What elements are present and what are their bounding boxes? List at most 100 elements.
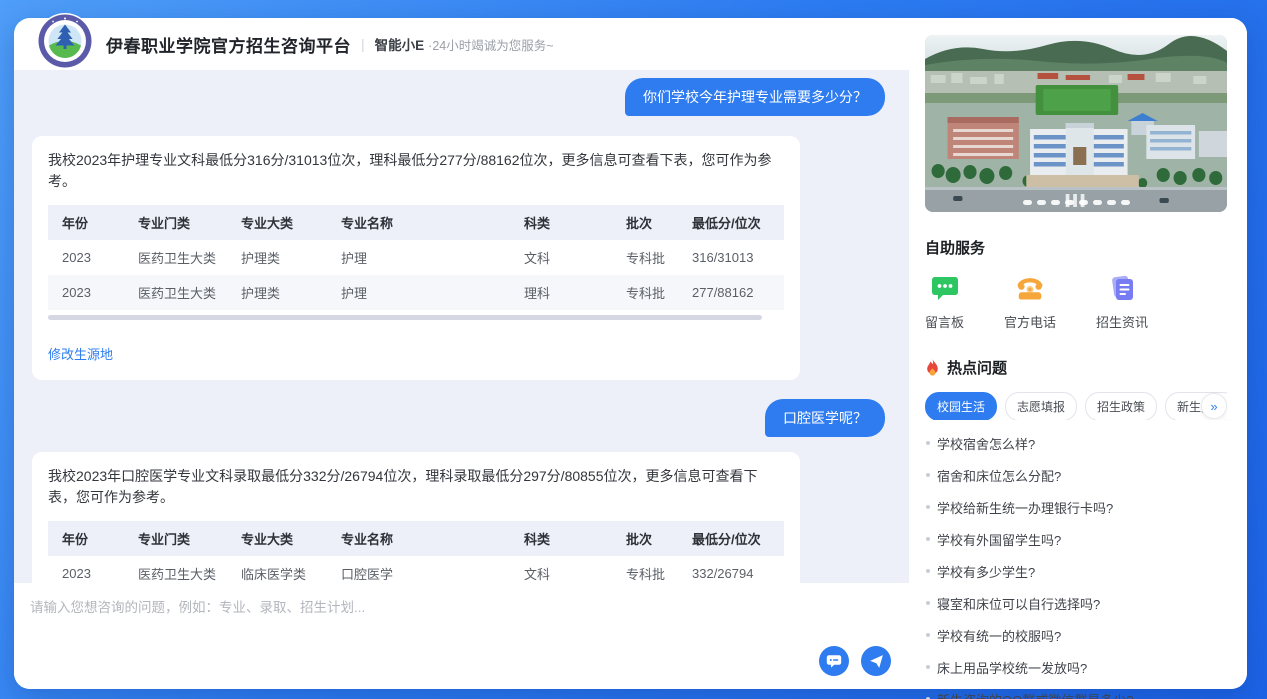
hot-question-item[interactable]: 宿舍和床位怎么分配?	[925, 459, 1227, 491]
table-cell: 文科	[518, 556, 620, 583]
column-header: 最低分/位次	[686, 205, 784, 240]
chat-column: 伊春职业学院官方招生咨询平台 | 智能小E ·24小时竭诚为您服务~ 你们学校今…	[14, 18, 909, 689]
bot-message-card: 我校2023年口腔医学专业文科录取最低分332分/26794位次，理科录取最低分…	[32, 452, 800, 583]
sidebar: 自助服务 留言板 官方电话 招生资讯 热点问题 校园生活志愿填报招生政策新生报到 »…	[909, 18, 1247, 689]
table-cell: 2023	[48, 275, 132, 310]
table-cell: 文科	[518, 240, 620, 275]
table-row: 2023医药卫生大类护理类护理理科专科批277/88162	[48, 275, 784, 310]
service-label: 招生资讯	[1096, 312, 1148, 331]
carousel-dot[interactable]	[1037, 200, 1046, 205]
table-cell: 医药卫生大类	[132, 240, 235, 275]
chat-input[interactable]	[30, 596, 873, 654]
column-header: 科类	[518, 205, 620, 240]
page-background: 伊春职业学院官方招生咨询平台 | 智能小E ·24小时竭诚为您服务~ 你们学校今…	[0, 0, 1267, 699]
bot-message-text: 我校2023年护理专业文科最低分316分/31013位次，理科最低分277分/8…	[48, 150, 784, 192]
send-button[interactable]	[861, 646, 891, 676]
carousel-dot[interactable]	[1065, 200, 1074, 205]
header: 伊春职业学院官方招生咨询平台 | 智能小E ·24小时竭诚为您服务~	[14, 18, 909, 70]
table-row: 2023医药卫生大类临床医学类口腔医学文科专科批332/26794	[48, 556, 784, 583]
user-message-bubble: 口腔医学呢？	[765, 399, 885, 437]
carousel-dots	[925, 200, 1227, 205]
chat-bubble-icon	[826, 653, 842, 669]
hot-question-item[interactable]: 寝室和床位可以自行选择吗?	[925, 587, 1227, 619]
title-separator: |	[361, 36, 365, 52]
column-header: 专业名称	[335, 205, 518, 240]
table-cell: 护理类	[235, 275, 335, 310]
paper-plane-icon	[869, 654, 884, 669]
school-logo-icon	[36, 12, 94, 70]
service-official-phone[interactable]: 官方电话	[1004, 273, 1056, 331]
hot-topic-tab[interactable]: 校园生活	[925, 392, 997, 420]
chat-messages: 你们学校今年护理专业需要多少分？ 我校2023年护理专业文科最低分316分/310…	[32, 76, 885, 583]
hot-question-item[interactable]: 学校有统一的校服吗?	[925, 619, 1227, 651]
service-label: 官方电话	[1004, 312, 1056, 331]
service-admission-news[interactable]: 招生资讯	[1096, 273, 1148, 331]
column-header: 科类	[518, 521, 620, 556]
bot-message-text: 我校2023年口腔医学专业文科录取最低分332分/26794位次，理科录取最低分…	[48, 466, 784, 508]
scores-table: 年份专业门类专业大类专业名称科类批次最低分/位次2023医药卫生大类临床医学类口…	[48, 521, 784, 583]
news-icon	[1108, 273, 1136, 303]
table-cell: 口腔医学	[335, 556, 518, 583]
main-card: 伊春职业学院官方招生咨询平台 | 智能小E ·24小时竭诚为您服务~ 你们学校今…	[14, 18, 1247, 689]
table-header-row: 年份专业门类专业大类专业名称科类批次最低分/位次	[48, 521, 784, 556]
hot-questions-title-row: 热点问题	[925, 357, 1227, 378]
hot-topic-tabs: 校园生活志愿填报招生政策新生报到 »	[925, 392, 1227, 420]
service-message-board[interactable]: 留言板	[925, 273, 964, 331]
tabs-list: 校园生活志愿填报招生政策新生报到	[925, 392, 1227, 420]
change-source-region-link[interactable]: 修改生源地	[48, 344, 113, 363]
table-cell: 332/26794	[686, 556, 784, 583]
send-buttons	[819, 646, 891, 676]
table-header-row: 年份专业门类专业大类专业名称科类批次最低分/位次	[48, 205, 784, 240]
hot-question-item[interactable]: 学校宿舍怎么样?	[925, 427, 1227, 459]
column-header: 年份	[48, 521, 132, 556]
carousel-dot[interactable]	[1023, 200, 1032, 205]
hot-question-item[interactable]: 学校有多少学生?	[925, 555, 1227, 587]
phone-icon	[1015, 273, 1045, 303]
table-cell: 护理	[335, 275, 518, 310]
self-service-title: 自助服务	[925, 237, 1227, 258]
campus-photo-illustration	[925, 35, 1227, 212]
table-cell: 专科批	[620, 240, 686, 275]
carousel-dot[interactable]	[1107, 200, 1116, 205]
table-cell: 2023	[48, 556, 132, 583]
carousel-dot[interactable]	[1051, 200, 1060, 205]
table-cell: 护理	[335, 240, 518, 275]
page-title: 伊春职业学院官方招生咨询平台	[106, 32, 351, 57]
hot-question-item[interactable]: 学校有外国留学生吗?	[925, 523, 1227, 555]
column-header: 年份	[48, 205, 132, 240]
self-service-row: 留言板 官方电话 招生资讯	[925, 273, 1227, 331]
hot-questions-title: 热点问题	[947, 357, 1007, 378]
carousel-dot[interactable]	[1121, 200, 1130, 205]
column-header: 专业门类	[132, 521, 235, 556]
column-header: 批次	[620, 205, 686, 240]
table-cell: 专科批	[620, 275, 686, 310]
column-header: 最低分/位次	[686, 521, 784, 556]
column-header: 专业大类	[235, 205, 335, 240]
message-input-area	[14, 583, 909, 689]
hot-question-item[interactable]: 床上用品学校统一发放吗?	[925, 651, 1227, 683]
table-cell: 277/88162	[686, 275, 784, 310]
message-board-icon	[931, 273, 959, 303]
column-header: 专业名称	[335, 521, 518, 556]
flame-icon	[925, 359, 940, 376]
user-message-bubble: 你们学校今年护理专业需要多少分？	[625, 78, 885, 116]
campus-photo-carousel	[925, 35, 1227, 212]
hot-topic-tab[interactable]: 志愿填报	[1005, 392, 1077, 420]
service-label: 留言板	[925, 312, 964, 331]
quick-reply-bubble-button[interactable]	[819, 646, 849, 676]
hot-question-item[interactable]: 新生咨询的QQ群或微信群是多少?	[925, 683, 1227, 699]
table-cell: 医药卫生大类	[132, 556, 235, 583]
table-cell: 护理类	[235, 240, 335, 275]
table-horizontal-scrollbar[interactable]	[48, 315, 762, 320]
carousel-dot[interactable]	[1079, 200, 1088, 205]
column-header: 专业大类	[235, 521, 335, 556]
hot-topic-tab[interactable]: 招生政策	[1085, 392, 1157, 420]
scores-table: 年份专业门类专业大类专业名称科类批次最低分/位次 2023医药卫生大类护理类护理文…	[48, 205, 784, 310]
hot-question-item[interactable]: 学校给新生统一办理银行卡吗?	[925, 491, 1227, 523]
table-cell: 专科批	[620, 556, 686, 583]
table-row: 2023医药卫生大类护理类护理文科专科批316/31013	[48, 240, 784, 275]
tabs-scroll-right-button[interactable]: »	[1201, 393, 1227, 419]
column-header: 专业门类	[132, 205, 235, 240]
carousel-dot[interactable]	[1093, 200, 1102, 205]
hot-question-list: 学校宿舍怎么样?宿舍和床位怎么分配?学校给新生统一办理银行卡吗?学校有外国留学生…	[925, 427, 1227, 699]
